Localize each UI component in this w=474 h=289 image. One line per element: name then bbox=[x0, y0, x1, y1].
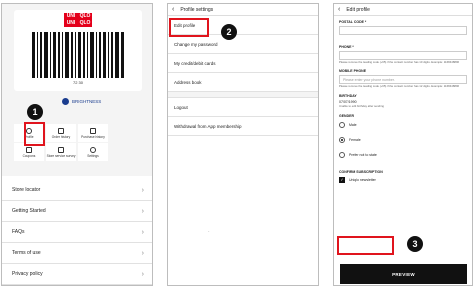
postal-code-input[interactable] bbox=[339, 26, 467, 35]
list-label: Privacy policy bbox=[12, 271, 43, 277]
edit-profile-highlight-box bbox=[169, 18, 209, 37]
gender-prefer-not-radio[interactable]: Prefer not to state bbox=[339, 148, 467, 163]
preview-button[interactable]: PREVIEW bbox=[340, 264, 467, 284]
birthday-hint: Unable to edit birthday after sending bbox=[339, 104, 384, 109]
survey-icon bbox=[58, 146, 64, 153]
phone-label: PHONE * bbox=[339, 45, 354, 49]
mobile-phone-label: MOBILE PHONE bbox=[339, 68, 367, 73]
grid-label: Store service survey bbox=[46, 153, 76, 158]
faqs-item[interactable]: FAQs › bbox=[2, 222, 152, 243]
chevron-right-icon: › bbox=[141, 249, 144, 257]
check-icon: ✓ bbox=[339, 176, 345, 183]
chevron-right-icon: › bbox=[141, 186, 144, 194]
grid-label: Purchase history bbox=[81, 134, 105, 139]
grid-label: Order history bbox=[51, 134, 71, 139]
radio-label: Female bbox=[349, 138, 361, 143]
profile-settings-screen: ‹ Profile settings Edit profile Change m… bbox=[167, 3, 319, 286]
privacy-policy-item[interactable]: Privacy policy › bbox=[2, 264, 152, 285]
phone-input[interactable] bbox=[339, 51, 467, 60]
store-locator-item[interactable]: Store locator › bbox=[2, 180, 152, 201]
header: ‹ Edit profile bbox=[334, 4, 472, 16]
page-title: Edit profile bbox=[346, 6, 370, 13]
list-label: FAQs bbox=[12, 229, 25, 235]
chevron-right-icon: › bbox=[141, 270, 144, 278]
sun-icon bbox=[62, 98, 69, 105]
info-list: Store locator › Getting Started › FAQs › Te… bbox=[2, 180, 152, 285]
page-title: Profile settings bbox=[180, 6, 214, 13]
back-arrow-icon[interactable]: ‹ bbox=[338, 6, 340, 13]
tutorial-composite: UNI QLO UNI QLO 72 30 BRIGHTNESS Profile… bbox=[0, 0, 474, 289]
header: ‹ Profile settings bbox=[168, 4, 318, 16]
logout-item[interactable]: Logout bbox=[168, 98, 318, 117]
mobile-phone-input[interactable]: Please enter your phone number. bbox=[339, 74, 467, 84]
radio-label: Male bbox=[349, 123, 357, 128]
gender-male-radio[interactable]: Male bbox=[339, 118, 467, 133]
page-indicator: - bbox=[208, 228, 210, 233]
purchase-history-button[interactable]: Purchase history bbox=[78, 124, 108, 142]
birthday-label: BIRTHDAY bbox=[339, 94, 357, 99]
change-password-item[interactable]: Change my password bbox=[168, 35, 318, 54]
bag-icon bbox=[90, 127, 96, 134]
membership-card-area: UNI QLO UNI QLO 72 30 bbox=[2, 4, 152, 94]
settings-button[interactable]: Settings bbox=[78, 143, 108, 161]
logo-text: UNI bbox=[66, 13, 76, 19]
radio-circle bbox=[339, 152, 345, 159]
radio-circle-selected bbox=[339, 137, 345, 144]
receipt-icon bbox=[58, 127, 64, 134]
brightness-label: BRIGHTNESS bbox=[72, 99, 102, 104]
phone-hint: Please remove the leading code (+65) if … bbox=[339, 60, 460, 64]
logo-text: QLO bbox=[79, 20, 91, 26]
checkbox-label: Uniqlo newsletter bbox=[349, 177, 376, 182]
step-badge-2: 2 bbox=[221, 24, 237, 40]
list-label: Terms of use bbox=[12, 250, 41, 256]
address-book-item[interactable]: Address book bbox=[168, 73, 318, 92]
terms-of-use-item[interactable]: Terms of use › bbox=[2, 243, 152, 264]
grid-label: Settings bbox=[87, 153, 99, 158]
profile-form: POSTAL CODE * PHONE * Please remove the … bbox=[334, 20, 472, 186]
logo-text: QLO bbox=[79, 13, 91, 19]
chevron-right-icon: › bbox=[141, 228, 144, 236]
list-label: Store locator bbox=[12, 187, 41, 193]
store-survey-button[interactable]: Store service survey bbox=[46, 143, 76, 161]
coupon-icon bbox=[26, 146, 32, 153]
chevron-right-icon: › bbox=[141, 207, 144, 215]
back-arrow-icon[interactable]: ‹ bbox=[172, 6, 174, 13]
barcode-number: 72 30 bbox=[72, 80, 83, 85]
list-label: Getting Started bbox=[12, 208, 46, 214]
withdrawal-item[interactable]: Withdrawal from App membership bbox=[168, 117, 318, 136]
uniqlo-logo: UNI QLO UNI QLO bbox=[64, 13, 92, 27]
step-badge-1: 1 bbox=[27, 104, 43, 120]
membership-card: UNI QLO UNI QLO 72 30 bbox=[14, 10, 142, 91]
brightness-toggle[interactable]: BRIGHTNESS bbox=[62, 98, 101, 105]
member-barcode bbox=[32, 32, 124, 78]
radio-label: Prefer not to state bbox=[349, 153, 377, 158]
step-badge-3: 3 bbox=[407, 236, 423, 252]
logo-text: UNI bbox=[66, 20, 76, 26]
postal-code-label: POSTAL CODE * bbox=[339, 20, 367, 24]
radio-circle bbox=[339, 122, 345, 129]
gender-female-radio[interactable]: Female bbox=[339, 133, 467, 148]
payment-cards-item[interactable]: My credit/debit cards bbox=[168, 54, 318, 73]
newsletter-checkbox[interactable]: ✓ Uniqlo newsletter bbox=[339, 174, 467, 186]
getting-started-item[interactable]: Getting Started › bbox=[2, 201, 152, 222]
order-history-button[interactable]: Order history bbox=[46, 124, 76, 142]
newsletter-highlight-box bbox=[337, 236, 394, 255]
grid-label: Coupons bbox=[22, 153, 36, 158]
member-home-screen: UNI QLO UNI QLO 72 30 BRIGHTNESS Profile… bbox=[1, 3, 153, 286]
profile-highlight-box bbox=[24, 122, 45, 146]
mobile-hint: Please remove the leading code (+65) if … bbox=[339, 83, 460, 88]
gear-icon bbox=[90, 146, 96, 153]
edit-profile-screen: ‹ Edit profile POSTAL CODE * PHONE * Ple… bbox=[333, 3, 473, 286]
